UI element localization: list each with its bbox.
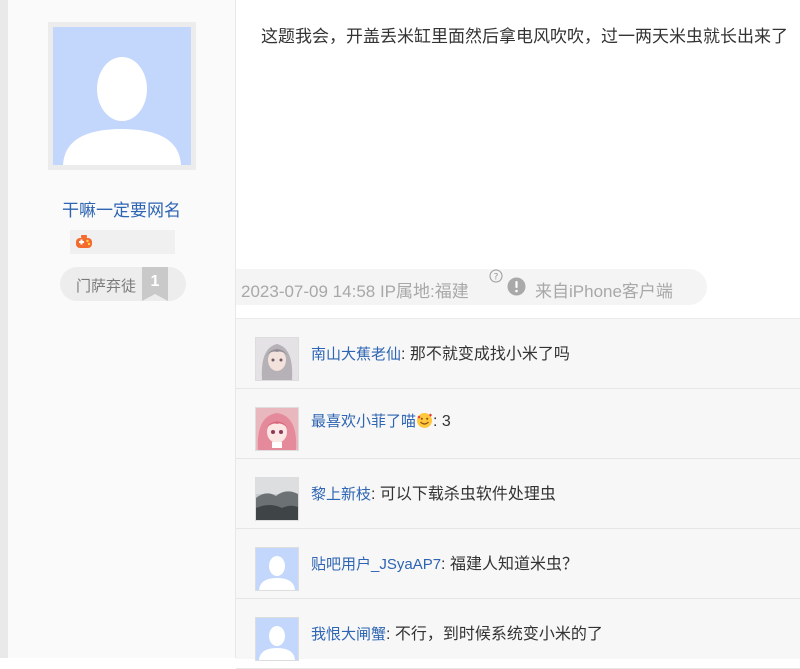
- post-content: 这题我会，开盖丢米缸里面然后拿电风吹吹，过一两天米虫就长出来了: [261, 27, 788, 46]
- comment-username[interactable]: 黎上新枝: [311, 486, 371, 503]
- comment-username[interactable]: 最喜欢小菲了喵: [311, 413, 416, 430]
- author-username[interactable]: 干嘛一定要网名: [8, 196, 235, 221]
- anime-girl-pink-avatar[interactable]: [255, 407, 299, 451]
- comment-separator: :: [433, 413, 442, 430]
- comment-list: 南山大蕉老仙: 那不就变成找小米了吗 最喜欢小菲了喵 : 3 黎上新枝: 可以下…: [236, 318, 800, 669]
- comment-item: 最喜欢小菲了喵 : 3: [236, 389, 800, 459]
- smiling-face-with-hearts-emoji: [417, 413, 433, 428]
- comment-body: 3: [441, 413, 451, 430]
- comment-separator: :: [371, 486, 380, 503]
- post-meta-bar: 2023-07-09 14:58 IP属地:福建 ? 来自iPhone客户端: [236, 269, 707, 305]
- comment-body: 福建人知道米虫？: [449, 556, 578, 573]
- default-avatar-icon: [53, 27, 191, 165]
- misty-landscape-avatar[interactable]: [255, 477, 299, 521]
- comment-body: 那不就变成找小米了吗: [409, 346, 570, 363]
- comment-username[interactable]: 我恨大闸蟹: [311, 626, 386, 643]
- author-panel: 干嘛一定要网名 门萨弃徒 1: [8, 0, 236, 658]
- post-client: 来自iPhone客户端: [535, 282, 673, 301]
- question-mark-icon[interactable]: ?: [489, 269, 503, 283]
- left-edge-strip: [0, 0, 8, 658]
- comment-body: 不行，到时候系统变小米的了: [394, 626, 603, 643]
- level-number: 1: [150, 273, 160, 290]
- comment-separator: :: [386, 626, 395, 643]
- anime-girl-gray-avatar[interactable]: [255, 337, 299, 381]
- level-badge[interactable]: 门萨弃徒 1: [60, 267, 186, 301]
- default-avatar[interactable]: [255, 547, 299, 591]
- comment-text: 最喜欢小菲了喵 : 3: [311, 410, 451, 431]
- level-name: 门萨弃徒: [76, 278, 137, 295]
- comment-text: 贴吧用户_JSyaAP7: 福建人知道米虫？: [311, 550, 578, 574]
- comment-username[interactable]: 贴吧用户_JSyaAP7: [311, 556, 441, 573]
- svg-text:?: ?: [494, 273, 499, 283]
- game-controller-icon: [76, 235, 92, 248]
- comment-separator: :: [401, 346, 410, 363]
- comment-item: 贴吧用户_JSyaAP7: 福建人知道米虫？: [236, 529, 800, 599]
- comment-item: 南山大蕉老仙: 那不就变成找小米了吗: [236, 319, 800, 389]
- author-avatar[interactable]: [48, 22, 196, 170]
- report-warning-icon[interactable]: [507, 277, 526, 296]
- author-badge-bar: [70, 230, 175, 254]
- comment-text: 南山大蕉老仙: 那不就变成找小米了吗: [311, 340, 570, 364]
- comment-item: 我恨大闸蟹: 不行，到时候系统变小米的了: [236, 599, 800, 669]
- comment-body: 可以下载杀虫软件处理虫: [379, 486, 556, 503]
- comment-username[interactable]: 南山大蕉老仙: [311, 346, 401, 363]
- default-avatar[interactable]: [255, 617, 299, 661]
- post-date-location: 2023-07-09 14:58 IP属地:福建: [241, 282, 469, 301]
- comment-text: 黎上新枝: 可以下载杀虫软件处理虫: [311, 480, 556, 504]
- comment-separator: :: [441, 556, 450, 573]
- comment-item: 黎上新枝: 可以下载杀虫软件处理虫: [236, 459, 800, 529]
- comment-text: 我恨大闸蟹: 不行，到时候系统变小米的了: [311, 620, 603, 644]
